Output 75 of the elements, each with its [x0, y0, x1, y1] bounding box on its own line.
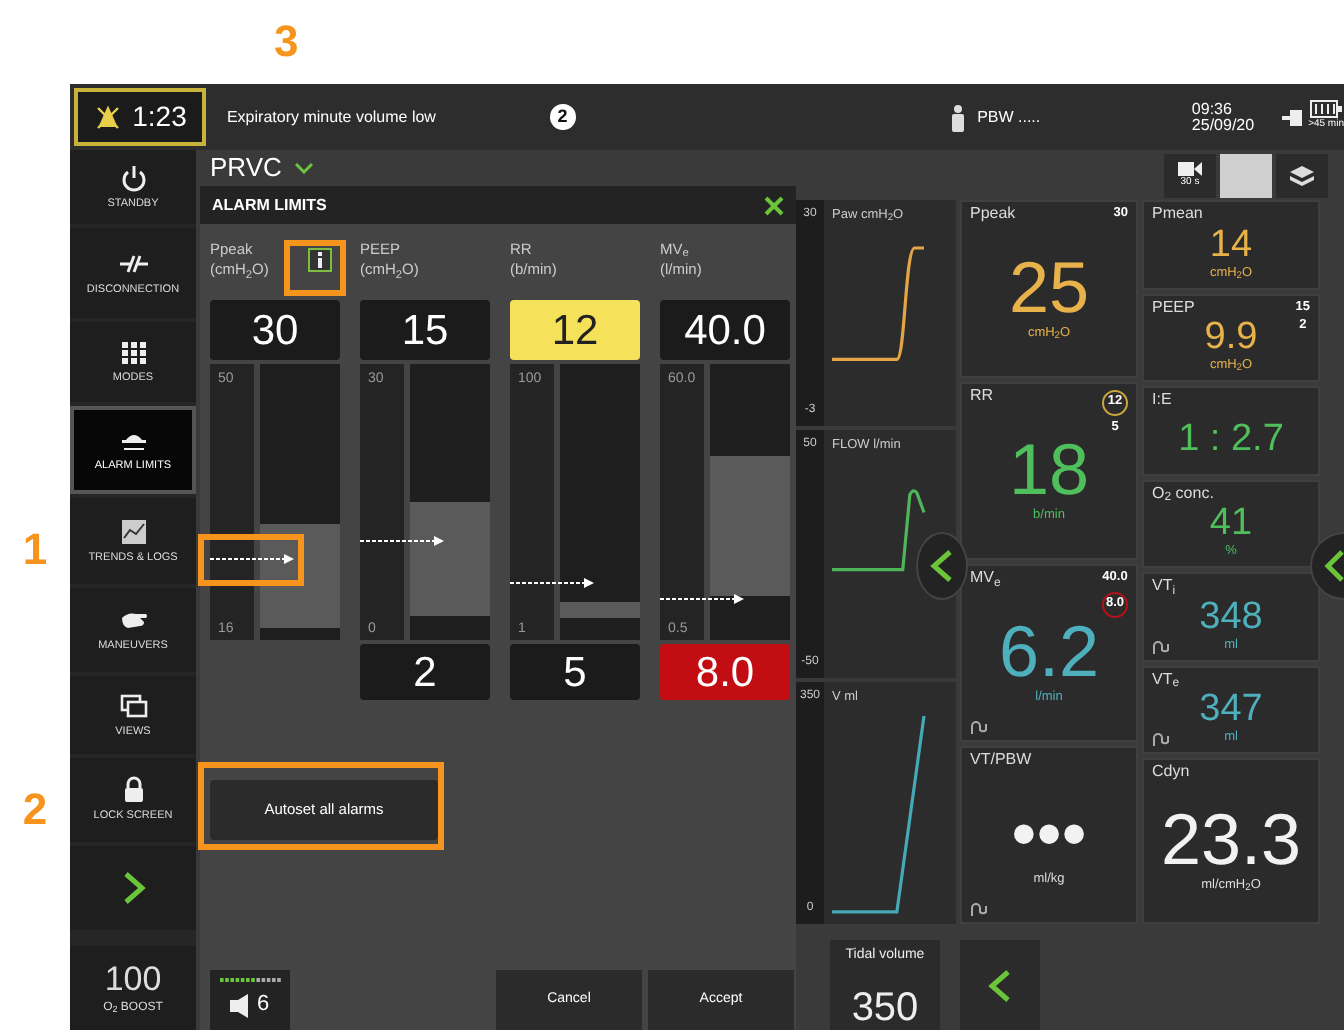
grid-icon — [119, 338, 147, 367]
alarm-silenced-icon — [94, 103, 123, 131]
video-camera-icon — [1178, 162, 1202, 176]
collapse-button[interactable] — [960, 940, 1040, 1030]
callout-number: 3 — [274, 20, 299, 64]
alarm-message: Expiratory minute volume low — [226, 105, 438, 129]
measured-value: 348 — [1199, 597, 1263, 635]
upper-limit-field[interactable]: 40.0 — [660, 300, 790, 360]
upper-limit-handle[interactable] — [710, 364, 790, 456]
upper-limit-field[interactable]: 30 — [210, 300, 340, 360]
lower-limit-handle[interactable] — [260, 628, 340, 640]
volume-button[interactable]: 6 — [210, 970, 290, 1030]
alarm-count-badge: 2 — [549, 104, 576, 130]
measured-value: 6.2 — [998, 616, 1100, 689]
tile-label: I:E — [1152, 392, 1172, 408]
tile-label: PEEP — [1152, 299, 1195, 315]
alarm-timer: 1:23 — [132, 98, 187, 136]
callout-number: 2 — [22, 788, 48, 832]
measured-value: 14 — [1209, 225, 1253, 263]
chevron-left-icon — [988, 967, 1012, 1003]
layers-icon — [1290, 165, 1314, 185]
clock-time: 09:36 — [1191, 101, 1234, 117]
upper-limit-handle[interactable] — [410, 364, 490, 502]
upper-limit-field[interactable]: 15 — [360, 300, 490, 360]
dialog-title: ALARM LIMITS — [212, 193, 327, 217]
power-icon — [119, 163, 147, 192]
lock-icon — [119, 776, 147, 805]
date: 25/09/20 — [1191, 117, 1255, 133]
windows-icon — [119, 691, 147, 720]
battery-icon — [1310, 100, 1343, 119]
highlight-frame — [198, 534, 304, 586]
measured-value: 1 : 2.7 — [1178, 419, 1284, 458]
tile-label: VT/PBW — [970, 752, 1032, 768]
tile-label: Ppeak — [970, 206, 1016, 222]
person-icon — [949, 103, 966, 131]
mode-label: PRVC — [210, 150, 282, 187]
tile-label: RR — [970, 388, 994, 404]
expand-button[interactable] — [70, 846, 196, 930]
highlight-frame — [284, 240, 346, 296]
chevron-right-icon — [121, 870, 145, 906]
info-icon[interactable] — [308, 248, 332, 272]
lower-limit-field[interactable]: 5 — [510, 644, 640, 700]
view-button[interactable] — [1220, 153, 1272, 197]
speaker-icon — [230, 993, 251, 1017]
lower-limit-handle[interactable] — [410, 615, 490, 640]
tile-label: Pmean — [1152, 206, 1203, 222]
measured-value: 347 — [1199, 690, 1263, 728]
lower-limit-handle[interactable] — [560, 617, 640, 640]
measured-value: 41 — [1209, 504, 1253, 542]
upper-limit-handle[interactable] — [560, 364, 640, 602]
tile-label: VT$_{i}$ — [1152, 578, 1176, 594]
measured-value: 9.9 — [1204, 318, 1258, 356]
upper-limit-field[interactable]: 12 — [510, 300, 640, 360]
measured-value: 23.3 — [1160, 804, 1302, 877]
plug-icon — [1282, 109, 1303, 125]
patient-weight: PBW ..... — [977, 105, 1043, 129]
view-button[interactable] — [1276, 153, 1328, 197]
alarm-silence-button[interactable]: 1:23 — [74, 88, 207, 146]
tile-label: VT$_{e}$ — [1152, 671, 1180, 687]
lower-limit-handle[interactable] — [710, 595, 790, 640]
lower-limit-field[interactable]: 2 — [360, 644, 490, 700]
measured-value: 18 — [1008, 434, 1090, 507]
upper-limit-handle[interactable] — [260, 364, 340, 525]
dropdown-caret-icon[interactable] — [293, 162, 314, 174]
chart-icon — [119, 517, 147, 546]
callout-number: 1 — [22, 528, 48, 572]
tile-label: O$_{2}$ conc. — [1152, 485, 1214, 501]
measured-value: 25 — [1008, 252, 1090, 325]
measured-value: ••• — [1011, 798, 1087, 871]
chevron-left-icon — [1324, 548, 1344, 584]
close-icon[interactable] — [764, 195, 784, 215]
tile-label: Cdyn — [1152, 764, 1190, 780]
lower-limit-field[interactable]: 8.0 — [660, 644, 790, 700]
tile-label: MV$_{e}$ — [970, 570, 1001, 586]
chevron-left-icon — [930, 548, 954, 584]
